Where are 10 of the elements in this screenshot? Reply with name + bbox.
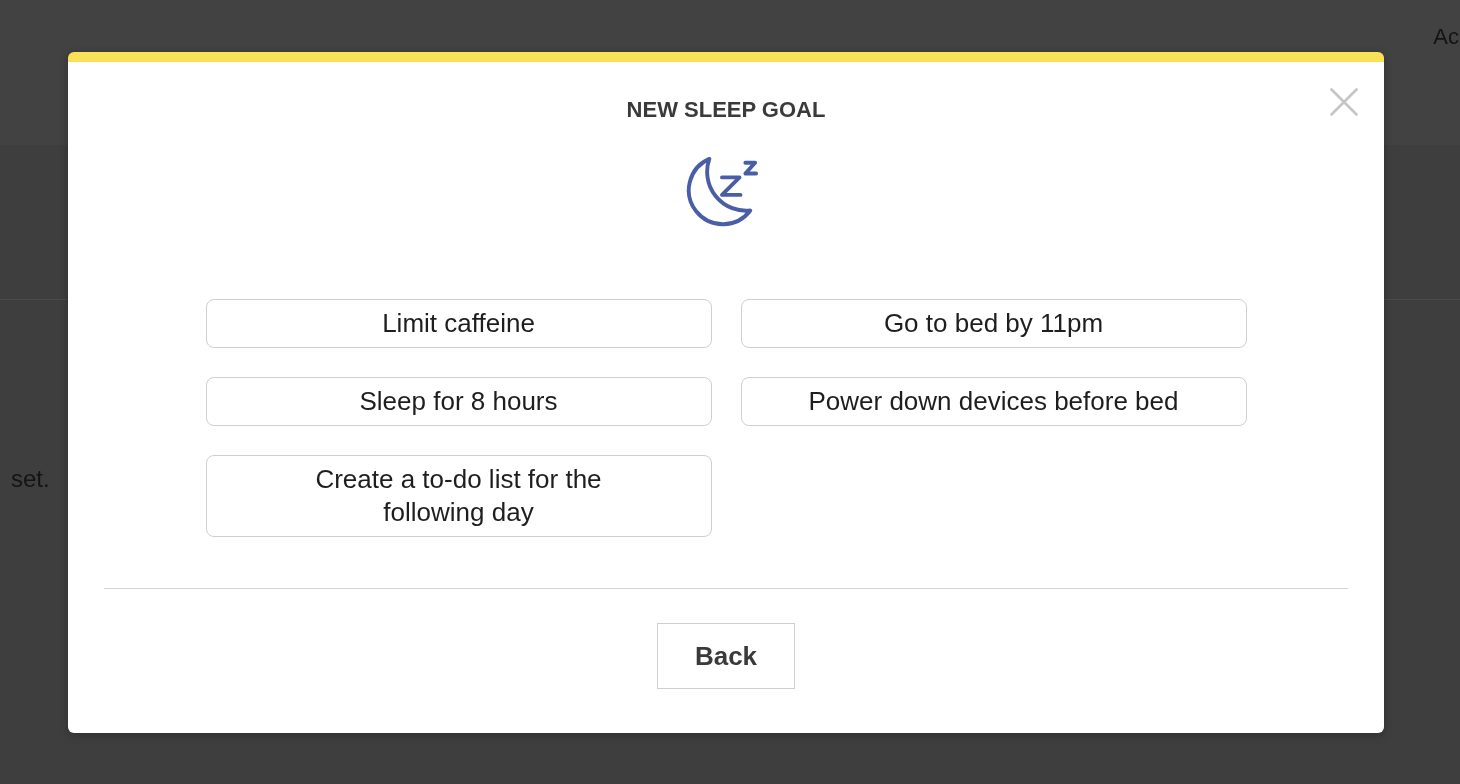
back-button[interactable]: Back (657, 623, 795, 689)
goal-option-button[interactable]: Go to bed by 11pm (740, 299, 1247, 348)
goal-option-button[interactable]: Power down devices before bed (740, 377, 1247, 426)
close-button[interactable] (1330, 88, 1358, 116)
close-icon (1330, 88, 1358, 116)
goal-option-button[interactable]: Sleep for 8 hours (205, 377, 712, 426)
dialog-title: NEW SLEEP GOAL (626, 97, 826, 123)
moon-icon (685, 155, 759, 229)
goal-option-button[interactable]: Create a to-do list for the following day (205, 455, 712, 537)
goal-option-button[interactable]: Limit caffeine (205, 299, 712, 348)
